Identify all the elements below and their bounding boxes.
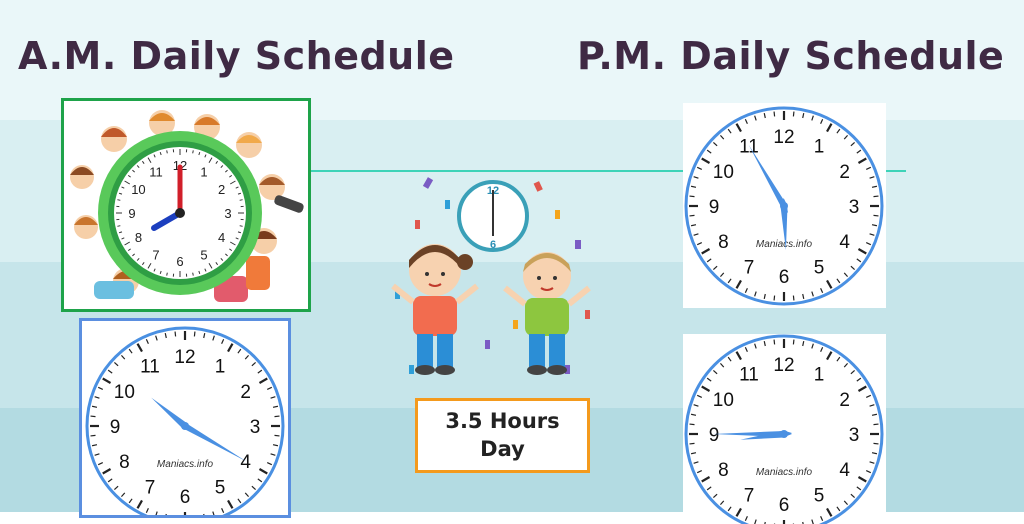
pm-analog-clock-2: 12 12 3 45 6 78 9 1011 Maniacs.info (683, 334, 886, 524)
kids-clock-numeral: 7 (152, 248, 159, 263)
celebration-clock: 12 6 (459, 182, 527, 251)
watermark-text: Maniacs.info (756, 239, 813, 250)
celebrating-kids-illustration: 12 6 (385, 170, 615, 385)
watermark-text: Maniacs.info (756, 467, 813, 478)
clock-numeral: 1 (814, 136, 825, 157)
clock-numeral: 6 (779, 495, 790, 516)
clock-numeral: 10 (713, 390, 734, 411)
kids-clock-numeral: 9 (128, 206, 135, 221)
clock-numeral: 8 (718, 460, 729, 481)
am-schedule-title: A.M. Daily Schedule (18, 34, 455, 78)
clock-numeral: 6 (180, 487, 191, 508)
clock-numeral: 10 (713, 162, 734, 183)
hours-unit: Day (480, 436, 525, 463)
clock-numeral: 12 (174, 347, 195, 368)
kids-clock-numeral: 4 (218, 230, 225, 245)
clock-numeral: 4 (839, 232, 850, 253)
clock-numeral: 1 (814, 364, 825, 385)
pm-clock-2-card: 12 12 3 45 6 78 9 1011 Maniacs.info (683, 334, 886, 524)
am-analog-clock-2: 12 12 3 45 6 78 9 1011 Maniacs.info (82, 321, 288, 518)
pm-analog-clock-1: 12 12 3 45 6 78 9 1011 Maniacs.info (683, 103, 886, 308)
kids-clock-numeral: 1 (200, 164, 207, 179)
pm-schedule-title: P.M. Daily Schedule (577, 34, 1004, 78)
clock-numeral: 3 (849, 197, 860, 218)
pm-clock-1-card: 12 12 3 45 6 78 9 1011 Maniacs.info (683, 103, 886, 308)
kids-clock-numeral: 8 (135, 230, 142, 245)
kids-clock-numeral: 3 (224, 206, 231, 221)
clock-numeral: 12 (773, 355, 794, 376)
clock-numeral: 1 (215, 356, 226, 377)
svg-text:6: 6 (490, 239, 496, 251)
clock-numeral: 2 (240, 382, 251, 403)
girl-figure (393, 244, 477, 375)
clock-numeral: 7 (145, 478, 156, 499)
clock-numeral: 8 (718, 232, 729, 253)
hours-per-day-box: 3.5 Hours Day (415, 398, 590, 473)
clock-numeral: 11 (140, 356, 160, 377)
kids-clock-numeral: 10 (131, 182, 145, 197)
clock-numeral: 2 (839, 390, 850, 411)
clock-numeral: 5 (814, 486, 825, 507)
am-clock-2-card: 12 12 3 45 6 78 9 1011 Maniacs.info (79, 318, 291, 518)
clock-numeral: 10 (114, 382, 135, 403)
clock-numeral: 11 (739, 364, 759, 385)
clock-numeral: 7 (744, 486, 755, 507)
clock-numeral: 11 (739, 136, 759, 157)
clock-numeral: 5 (215, 478, 226, 499)
clock-numeral: 9 (709, 425, 720, 446)
am-kids-clock-card: 121234567891011 (61, 98, 311, 312)
clock-numeral: 4 (839, 460, 850, 481)
clock-numeral: 2 (839, 162, 850, 183)
kids-clock-numeral: 11 (149, 164, 163, 179)
boy-figure (505, 252, 589, 375)
clock-numeral: 7 (744, 258, 755, 279)
clock-numeral: 4 (240, 452, 251, 473)
clock-numeral: 3 (250, 417, 261, 438)
watermark-text: Maniacs.info (157, 459, 214, 470)
kids-clock-numeral: 2 (218, 182, 225, 197)
kids-clock-numeral: 5 (200, 248, 207, 263)
kids-around-clock-illustration: 121234567891011 (64, 101, 308, 309)
clock-numeral: 3 (849, 425, 860, 446)
clock-numeral: 5 (814, 258, 825, 279)
clock-numeral: 6 (779, 267, 790, 288)
kids-clock-numeral: 6 (176, 254, 183, 269)
clock-numeral: 9 (110, 417, 121, 438)
hours-value: 3.5 Hours (445, 408, 559, 435)
clock-numeral: 12 (773, 127, 794, 148)
clock-numeral: 9 (709, 197, 720, 218)
clock-numeral: 8 (119, 452, 130, 473)
